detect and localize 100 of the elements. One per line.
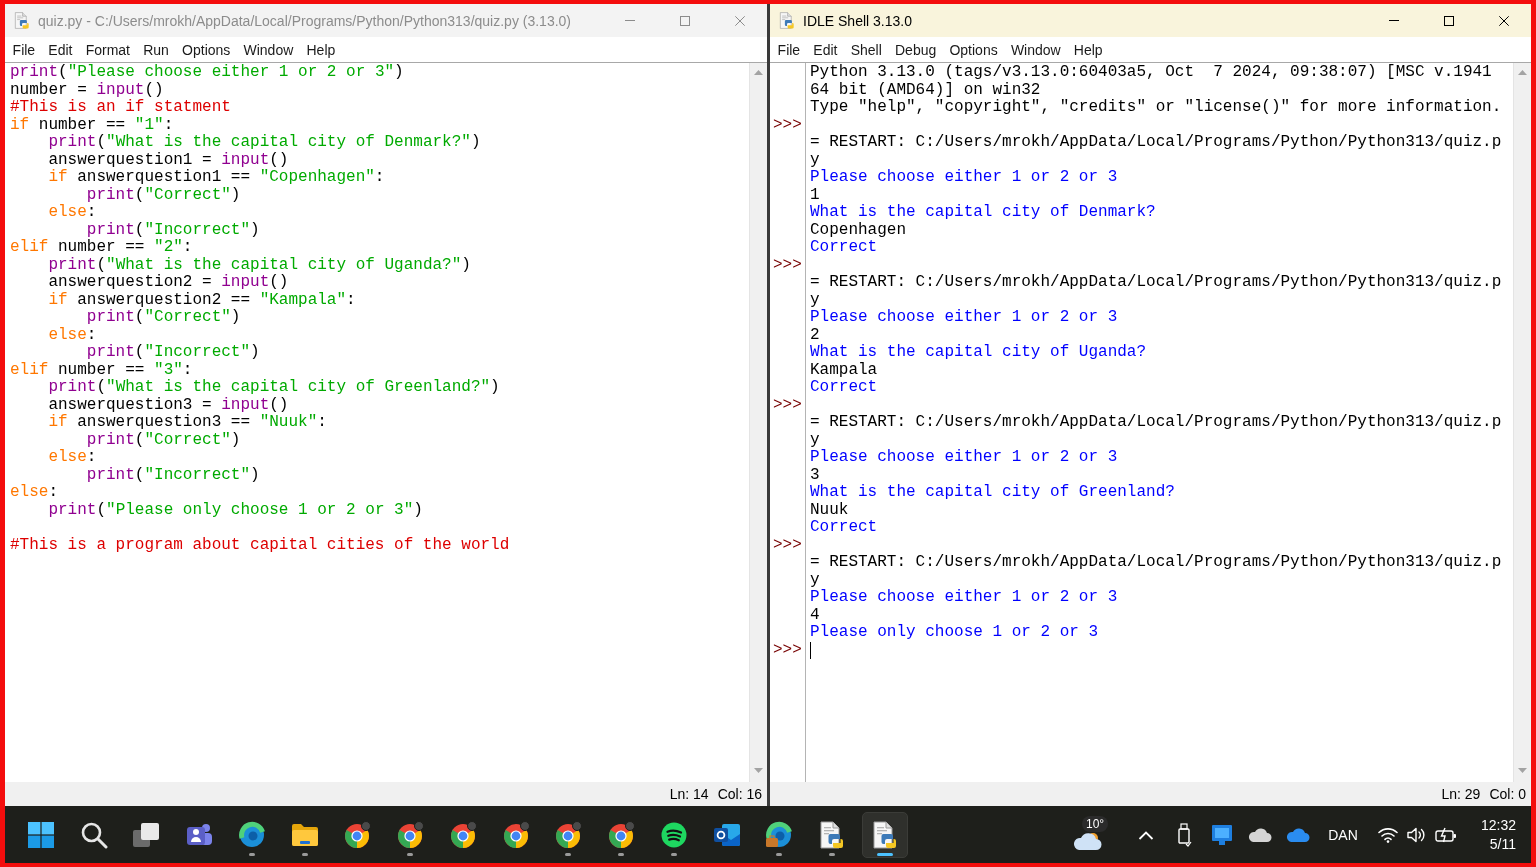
shell-prompt: >>> [773, 395, 802, 414]
menu-item[interactable]: Options [942, 39, 1005, 60]
restart-message: y [810, 290, 820, 309]
segmented-circle-icon [501, 820, 530, 849]
code-line: else: [48, 326, 97, 344]
menu-item[interactable]: Debug [888, 39, 943, 60]
monitor-icon [1211, 823, 1233, 846]
code-line: print("Please choose either 1 or 2 or 3") [10, 64, 404, 82]
program-output-line: Please choose either 1 or 2 or 3 [810, 168, 1118, 186]
user-input-line: 2 [810, 325, 820, 344]
close-icon [734, 15, 745, 26]
music-circle-icon [659, 820, 688, 849]
column-number-status: Col: 0 [1489, 786, 1526, 802]
menu-item[interactable]: Format [79, 39, 137, 60]
user-input-line: Kampala [810, 360, 878, 379]
menu-item[interactable]: Window [1004, 39, 1068, 60]
segmented-circle-icon [343, 820, 372, 849]
overlapping-squares-icon [132, 820, 161, 849]
user-input-line: Copenhagen [810, 220, 906, 239]
cloud-icon [1073, 830, 1103, 851]
code-line: print("Correct") [86, 431, 241, 449]
code-line: print("What is the capital city of Greenland?") [48, 379, 500, 397]
code-line: elif number == "3": [10, 361, 193, 379]
user-input-line: 1 [810, 185, 820, 204]
menu-item[interactable]: Edit [806, 39, 845, 60]
shell-prompt: >>> [773, 640, 802, 659]
segmented-circle-icon [396, 820, 425, 849]
program-output-line: Correct [810, 518, 878, 536]
restart-message: y [810, 570, 820, 589]
keyboard-language-button[interactable]: DAN [1325, 814, 1361, 855]
code-line: answerquestion1 = input() [48, 151, 289, 169]
user-input-line: 4 [810, 605, 820, 624]
code-line: #This is a program about capital cities of the world [10, 536, 510, 554]
column-number-status: Col: 16 [717, 786, 762, 802]
program-output-line: Please only choose 1 or 2 or 3 [810, 623, 1099, 641]
close-icon [1498, 15, 1509, 26]
shell-banner-line: Type "help", "copyright", "credits" or "license()" for more information. [810, 98, 1502, 116]
shell-prompt: >>> [773, 535, 802, 554]
restart-message: = RESTART: C:/Users/mrokh/AppData/Local/Programs/Python/Python313/quiz.p [810, 553, 1502, 571]
code-line: number = input() [10, 81, 164, 99]
program-output-line: Correct [810, 378, 878, 396]
swirl-circle-icon [237, 820, 266, 849]
menu-item[interactable]: File [6, 39, 42, 60]
program-output-line: What is the capital city of Uganda? [810, 343, 1147, 361]
code-line: if answerquestion1 == "Copenhagen": [48, 169, 385, 187]
battery-icon [1435, 826, 1457, 843]
code-line: print("Incorrect") [86, 344, 260, 362]
script-file-icon [870, 820, 899, 849]
chevron-up-icon [1138, 829, 1154, 840]
minimize-icon [1388, 20, 1399, 21]
code-line: elif number == "2": [10, 239, 193, 257]
user-input-line: 3 [810, 465, 820, 484]
code-line: print("Incorrect") [86, 221, 260, 239]
taskbar-app-button[interactable] [861, 811, 908, 858]
script-file-icon [14, 12, 30, 29]
shell-banner-line: Python 3.13.0 (tags/v3.13.0:60403a5, Oct 7 2024, 09:38:07) [MSC v.1941 [810, 63, 1492, 81]
code-line: print("What is the capital city of Uganda?") [48, 256, 471, 274]
menu-item[interactable]: Help [299, 39, 342, 60]
program-output-line: What is the capital city of Greenland? [810, 483, 1175, 501]
restart-message: = RESTART: C:/Users/mrokh/AppData/Local/Programs/Python/Python313/quiz.p [810, 133, 1502, 151]
usb-drive-icon [1176, 822, 1192, 847]
shell-prompt: >>> [773, 255, 802, 274]
code-line: #This is an if statment [10, 99, 231, 117]
code-line: print("Correct") [86, 186, 241, 204]
menu-item[interactable]: Shell [844, 39, 889, 60]
minimize-icon [624, 20, 635, 21]
menu-item[interactable]: Run [136, 39, 176, 60]
speaker-icon [1407, 826, 1427, 843]
swirl-briefcase-icon [765, 820, 794, 849]
segmented-circle-icon [554, 820, 583, 849]
restart-message: = RESTART: C:/Users/mrokh/AppData/Local/Programs/Python/Python313/quiz.p [810, 273, 1502, 291]
code-line: print("What is the capital city of Denmark?") [48, 134, 481, 152]
program-output-line: Correct [810, 238, 878, 256]
code-line: else: [48, 204, 97, 222]
restart-message: = RESTART: C:/Users/mrokh/AppData/Local/Programs/Python/Python313/quiz.p [810, 413, 1502, 431]
menu-item[interactable]: Options [175, 39, 237, 60]
maximize-icon [1443, 15, 1454, 26]
code-line: if number == "1": [10, 116, 174, 134]
menu-item[interactable]: Edit [41, 39, 80, 60]
segmented-circle-icon [448, 820, 477, 849]
menu-item[interactable]: File [771, 39, 807, 60]
clock-time: 12:32 [1480, 815, 1516, 835]
user-input-line: Nuuk [810, 500, 849, 519]
code-line: print("Please only choose 1 or 2 or 3") [48, 501, 423, 519]
code-line: answerquestion3 = input() [48, 396, 289, 414]
wifi-icon [1378, 826, 1398, 843]
code-line: else: [48, 449, 97, 467]
program-output-line: Please choose either 1 or 2 or 3 [810, 588, 1118, 606]
maximize-icon [679, 15, 690, 26]
program-output-line: Please choose either 1 or 2 or 3 [810, 308, 1118, 326]
menu-item[interactable]: Help [1067, 39, 1110, 60]
weather-button[interactable]: 10° [1065, 811, 1111, 858]
clock-date: 5/11 [1489, 834, 1516, 854]
code-line: answerquestion2 = input() [48, 274, 289, 292]
cloud-icon [1248, 826, 1272, 843]
cloud-icon [1286, 826, 1310, 843]
window-title: IDLE Shell 3.13.0 [803, 12, 913, 29]
menu-item[interactable]: Window [236, 39, 300, 60]
code-line: if answerquestion2 == "Kampala": [48, 291, 356, 309]
code-line: if answerquestion3 == "Nuuk": [48, 414, 327, 432]
